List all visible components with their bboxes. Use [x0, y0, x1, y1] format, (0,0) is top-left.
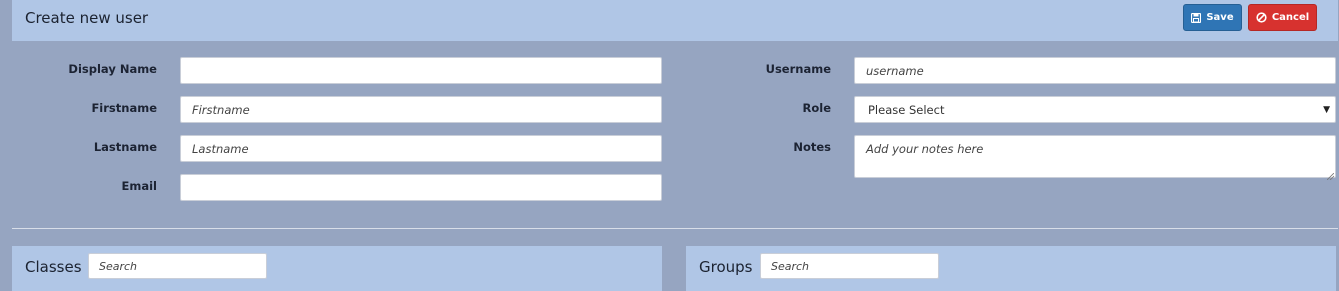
display-name-label: Display Name — [68, 62, 157, 76]
floppy-disk-icon — [1191, 12, 1202, 23]
groups-panel: Groups Search — [686, 246, 1336, 291]
cancel-button[interactable]: Cancel — [1248, 4, 1317, 31]
page-header: Create new user Save Cancel — [12, 0, 1338, 41]
role-select[interactable]: Please Select ▼ — [854, 96, 1336, 123]
firstname-label: Firstname — [91, 101, 157, 115]
notes-textarea[interactable]: Add your notes here — [854, 135, 1336, 181]
resize-handle-icon[interactable] — [1326, 169, 1335, 181]
groups-title: Groups — [699, 258, 753, 276]
role-label: Role — [802, 101, 832, 115]
display-name-field[interactable] — [180, 57, 662, 84]
ban-icon — [1256, 12, 1267, 23]
classes-title: Classes — [25, 258, 82, 276]
classes-search-input[interactable]: Search — [88, 253, 267, 279]
email-label: Email — [121, 179, 157, 193]
page-title: Create new user — [25, 9, 149, 27]
divider — [12, 228, 1338, 229]
classes-panel: Classes Search — [12, 246, 662, 291]
lastname-label: Lastname — [93, 140, 157, 154]
classes-search-placeholder: Search — [99, 259, 138, 273]
cancel-button-label: Cancel — [1271, 12, 1310, 23]
notes-placeholder: Add your notes here — [866, 142, 984, 156]
username-label: Username — [765, 62, 831, 76]
lastname-placeholder: Lastname — [192, 141, 249, 156]
username-placeholder: username — [866, 63, 924, 78]
firstname-placeholder: Firstname — [192, 102, 250, 117]
save-button-label: Save — [1206, 12, 1234, 23]
lastname-field[interactable]: Lastname — [180, 135, 662, 162]
username-field[interactable]: username — [854, 57, 1336, 84]
groups-search-placeholder: Search — [771, 259, 810, 273]
caret-down-icon: ▼ — [1323, 104, 1330, 115]
save-button[interactable]: Save — [1183, 4, 1242, 31]
firstname-field[interactable]: Firstname — [180, 96, 662, 123]
role-selected-value: Please Select — [868, 102, 945, 117]
email-field[interactable] — [180, 174, 662, 201]
notes-label: Notes — [793, 140, 831, 154]
groups-search-input[interactable]: Search — [760, 253, 939, 279]
